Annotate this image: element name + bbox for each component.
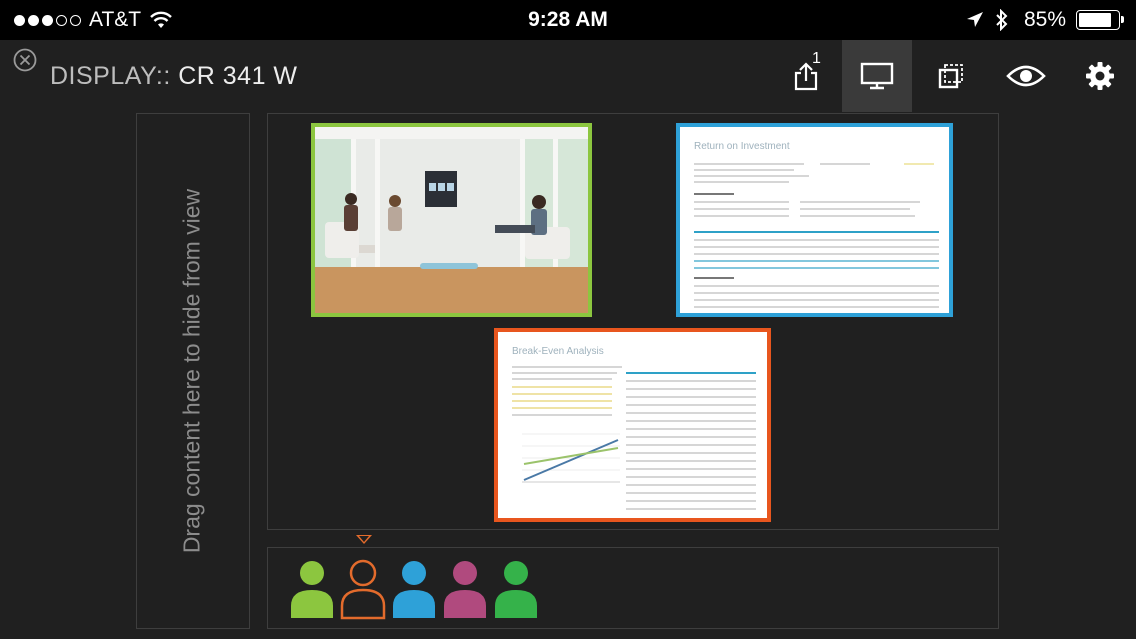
room-name: CR 341 W	[178, 62, 298, 90]
status-bar: AT&T 9:28 AM 85%	[0, 0, 1136, 40]
selected-participant-caret	[356, 535, 372, 544]
bluetooth-icon	[996, 9, 1008, 31]
display-button[interactable]	[842, 40, 912, 112]
content-item-video[interactable]	[311, 123, 592, 317]
participant-avatar[interactable]	[339, 558, 387, 622]
visibility-button[interactable]	[991, 40, 1061, 112]
settings-button[interactable]	[1065, 40, 1135, 112]
battery-icon	[1076, 10, 1124, 30]
gear-icon	[1086, 62, 1114, 90]
eye-icon	[1006, 65, 1046, 87]
participant-avatar[interactable]	[390, 558, 438, 622]
document-title: Return on Investment	[694, 141, 790, 152]
location-arrow-icon	[966, 12, 983, 27]
battery-level	[1079, 13, 1112, 27]
title-prefix: DISPLAY::	[50, 62, 171, 90]
hide-drop-zone-label: Drag content here to hide from view	[178, 188, 205, 554]
person-icon	[444, 561, 486, 618]
close-icon[interactable]	[13, 48, 37, 72]
content-item-break-even-document[interactable]: Break-Even Analysis	[494, 328, 771, 522]
page-title: DISPLAY:: CR 341 W	[50, 62, 298, 91]
share-count-badge: 1	[812, 50, 821, 67]
status-right: 85%	[966, 8, 1124, 32]
battery-percent: 85%	[1023, 8, 1066, 31]
person-icon	[340, 559, 386, 620]
participant-avatar[interactable]	[441, 558, 489, 622]
layout-button[interactable]	[916, 40, 986, 112]
break-even-chart-thumbnail	[522, 433, 620, 483]
content-item-roi-document[interactable]: Return on Investment	[676, 123, 953, 317]
person-icon	[495, 561, 537, 618]
person-icon	[291, 561, 333, 618]
layout-icon	[938, 64, 963, 89]
participant-avatar[interactable]	[492, 558, 540, 622]
participant-avatar[interactable]	[288, 558, 336, 622]
display-icon	[860, 62, 894, 90]
video-thumbnail	[315, 127, 588, 313]
person-icon	[393, 561, 435, 618]
share-button[interactable]	[771, 40, 841, 112]
document-title: Break-Even Analysis	[512, 346, 604, 357]
